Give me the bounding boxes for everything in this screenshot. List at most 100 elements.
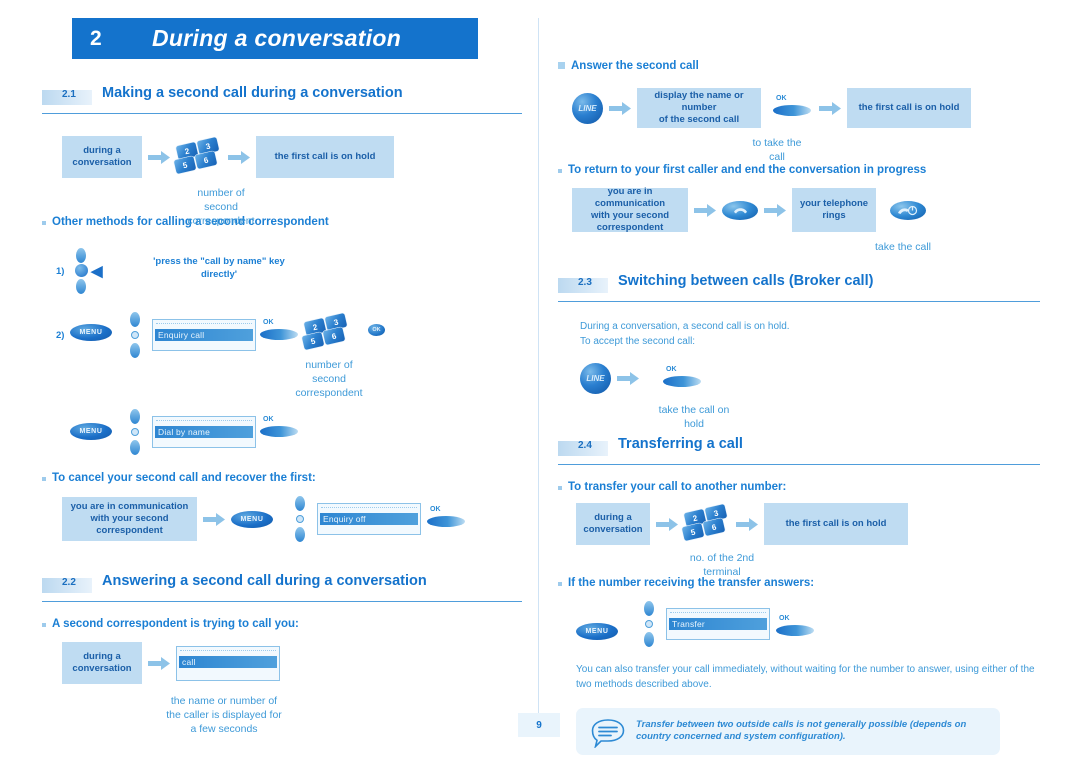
- ok-button[interactable]: OK: [260, 319, 300, 345]
- subhead-cancel-second-call: To cancel your second call and recover t…: [42, 472, 522, 484]
- box-during-conversation: during a conversation: [62, 136, 142, 178]
- ok-button[interactable]: OK: [776, 615, 816, 641]
- box-in-communication-second: you are in communication with your secon…: [62, 497, 197, 541]
- bullet-icon: [558, 486, 562, 490]
- navigator-down[interactable]: [295, 527, 305, 542]
- flow-make-second-call: during a conversation 2 3 5 6 the first …: [42, 136, 522, 227]
- keypad-key: 5: [681, 522, 705, 542]
- subhead-label: To transfer your call to another number:: [568, 481, 787, 493]
- line-button[interactable]: LINE: [580, 363, 611, 394]
- lcd-top-divider: [670, 612, 766, 615]
- keypad-key: 5: [301, 331, 325, 351]
- ok-pill[interactable]: [260, 329, 298, 340]
- navigator-down[interactable]: [130, 440, 140, 455]
- navigator-up[interactable]: [76, 248, 86, 263]
- lcd-selected-item: Transfer: [669, 618, 767, 630]
- navigator-center[interactable]: [131, 428, 139, 436]
- subhead-answer-second-call: Answer the second call: [558, 60, 1040, 72]
- right-column: Answer the second call LINE display the …: [558, 60, 1040, 755]
- navigator-key-icon[interactable]: [126, 409, 144, 455]
- navigator-center[interactable]: [131, 331, 139, 339]
- navigator-key-icon[interactable]: [291, 496, 309, 542]
- navigator-key-icon[interactable]: [640, 601, 658, 647]
- navigator-down[interactable]: [130, 343, 140, 358]
- lcd-top-divider: [180, 649, 276, 653]
- ok-pill[interactable]: [427, 516, 465, 527]
- broker-intro-line-1: During a conversation, a second call is …: [580, 321, 790, 332]
- ok-button[interactable]: OK: [260, 416, 300, 442]
- caption-caller-displayed: the name or number of the caller is disp…: [166, 695, 282, 736]
- ok-label: OK: [779, 615, 790, 622]
- arrow-icon: [603, 101, 637, 115]
- arrow-icon: [758, 203, 792, 217]
- ok-pill[interactable]: [773, 105, 811, 116]
- navigator-up[interactable]: [130, 409, 140, 424]
- box-first-call-on-hold: the first call is on hold: [847, 88, 971, 128]
- lcd-display: Transfer: [666, 608, 770, 640]
- caption-number-of-second-correspondent: number of second correspondent: [187, 187, 255, 228]
- note-text: Transfer between two outside calls is no…: [636, 719, 967, 743]
- section-heading-2-4: 2.4 Transferring a call: [558, 436, 1040, 465]
- box-first-call-on-hold: the first call is on hold: [256, 136, 394, 178]
- navigator-center[interactable]: [296, 515, 304, 523]
- menu-button[interactable]: MENU: [70, 423, 112, 440]
- keypad-key: 5: [173, 155, 197, 175]
- arrow-icon: [142, 150, 176, 164]
- speech-bubble-icon: [590, 718, 626, 750]
- section-number: 2.1: [62, 89, 76, 100]
- ok-button[interactable]: OK: [773, 95, 813, 121]
- navigator-key-icon[interactable]: [72, 248, 90, 294]
- box-first-call-on-hold: the first call is on hold: [764, 503, 908, 545]
- lcd-top-divider: [156, 420, 252, 423]
- section-title: Answering a second call during a convers…: [102, 573, 427, 589]
- flow-return-to-first-caller: you are in communication with your secon…: [558, 186, 1040, 262]
- column-divider: [538, 18, 539, 718]
- caption-no-of-2nd-terminal: no. of the 2nd terminal: [689, 552, 755, 579]
- menu-button[interactable]: MENU: [231, 510, 273, 528]
- subhead-transfer-to-another: To transfer your call to another number:: [558, 481, 1040, 493]
- ok-pill[interactable]: [776, 625, 814, 636]
- ok-button[interactable]: OK: [663, 366, 703, 392]
- hang-up-icon[interactable]: [722, 200, 758, 220]
- ok-pill[interactable]: [260, 426, 298, 437]
- transfer-immediately-text: You can also transfer your call immediat…: [576, 664, 1035, 690]
- keypad-key: 6: [194, 150, 218, 170]
- arrow-icon: [650, 517, 684, 531]
- lcd-top-divider: [156, 323, 252, 326]
- step-number: 2): [56, 330, 65, 341]
- navigator-down[interactable]: [76, 279, 86, 294]
- lcd-display: call: [176, 645, 280, 681]
- navigator-up[interactable]: [644, 601, 654, 616]
- navigator-center[interactable]: [75, 264, 88, 277]
- navigator-up[interactable]: [130, 312, 140, 327]
- lcd-display: Enquiry off: [317, 503, 421, 535]
- ok-button[interactable]: OK: [427, 506, 467, 532]
- navigator-down[interactable]: [644, 632, 654, 647]
- menu-button[interactable]: MENU: [70, 324, 112, 341]
- step-number: 1): [56, 266, 65, 277]
- line-button[interactable]: LINE: [572, 92, 603, 124]
- menu-button[interactable]: MENU: [576, 622, 618, 640]
- ok-label: OK: [776, 95, 787, 102]
- ok-pill[interactable]: [663, 375, 701, 387]
- chapter-banner: 2 During a conversation: [72, 18, 478, 59]
- flow-transfer-call: during a conversation 2 3 5 6 the first …: [558, 503, 1040, 579]
- navigator-center[interactable]: [645, 620, 653, 628]
- keypad-icon: 2 3 5 6: [301, 312, 350, 351]
- section-number: 2.2: [62, 577, 76, 588]
- ok-button-small[interactable]: OK: [368, 324, 385, 336]
- lcd-selected-item: Enquiry off: [320, 513, 418, 525]
- bullet-icon: [42, 477, 46, 481]
- keypad-key: 6: [322, 326, 346, 346]
- caption-to-take-the-call: to take the call: [752, 137, 802, 164]
- section-rule: [42, 112, 522, 114]
- take-call-icon[interactable]: [890, 200, 926, 220]
- navigator-key-icon[interactable]: [126, 312, 144, 358]
- navigator-up[interactable]: [295, 496, 305, 511]
- ok-label: OK: [263, 319, 274, 326]
- bullet-square-icon: [558, 62, 565, 69]
- lcd-selected-item: call: [179, 655, 277, 668]
- lcd-display: Enquiry call: [152, 319, 256, 351]
- keypad-icon: 2 3 5 6: [173, 136, 222, 175]
- bullet-icon: [558, 582, 562, 586]
